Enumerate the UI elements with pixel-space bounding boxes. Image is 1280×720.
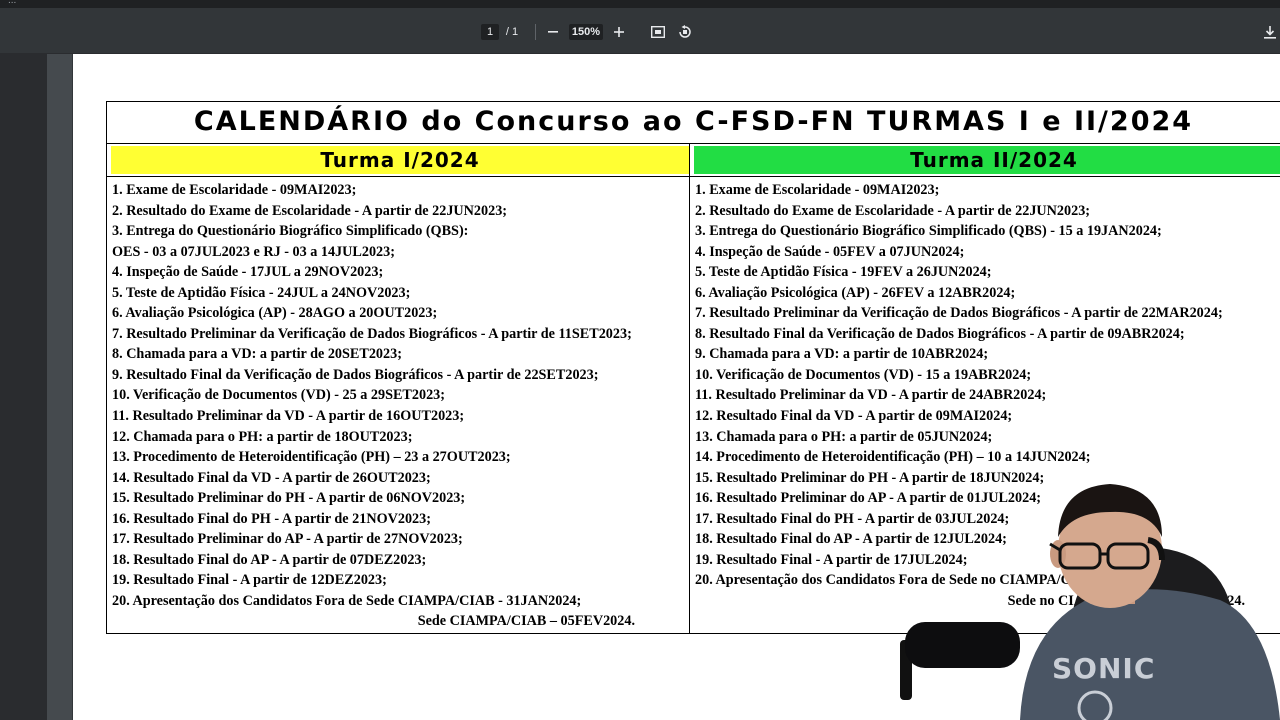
list-item: 20. Apresentação dos Candidatos Fora de … — [112, 592, 582, 609]
list-item: 10. Verificação de Documentos (VD) - 15 … — [695, 366, 1032, 383]
page-count: / 1 — [505, 26, 519, 38]
download-icon — [1264, 25, 1276, 39]
table-rule — [107, 176, 1280, 177]
list-item: 9. Chamada para a VD: a partir de 10ABR2… — [695, 346, 989, 363]
list-item: 16. Resultado Final do PH - A partir de … — [112, 510, 431, 527]
list-item: 14. Procedimento de Heteroidentificação … — [695, 449, 1091, 466]
calendar-title: CALENDÁRIO do Concurso ao C-FSD-FN TURMA… — [107, 102, 1280, 144]
list-item: 12. Resultado Final da VD - A partir de … — [695, 408, 1013, 425]
pdf-toolbar: 1 / 1 150% — [0, 8, 1280, 54]
download-button[interactable] — [1260, 22, 1280, 42]
list-item: 3. Entrega do Questionário Biográfico Si… — [112, 223, 469, 240]
address-bar-text[interactable]: ... — [8, 0, 16, 6]
thumbnail-sidebar[interactable] — [0, 54, 47, 720]
list-item: 14. Resultado Final da VD - A partir de … — [112, 469, 431, 486]
list-item: 6. Avaliação Psicológica (AP) - 28AGO a … — [112, 305, 438, 322]
list-item: Sede CIAMPA/CIAB – 05FEV2024. — [417, 613, 635, 630]
webcam-overlay: SONIC — [900, 484, 1280, 720]
viewer-background — [47, 54, 72, 720]
list-item: 5. Teste de Aptidão Física - 19FEV a 26J… — [695, 264, 992, 281]
list-item: 1. Exame de Escolaridade - 09MAI2023; — [695, 182, 940, 198]
list-item: 12. Chamada para o PH: a partir de 18OUT… — [112, 428, 413, 445]
list-item: 4. Inspeção de Saúde - 17JUL a 29NOV2023… — [112, 264, 384, 281]
turma-2-header: Turma II/2024 — [694, 146, 1280, 174]
list-item: 19. Resultado Final - A partir de 12DEZ2… — [112, 572, 387, 589]
list-item: 5. Teste de Aptidão Física - 24JUL a 24N… — [112, 284, 411, 301]
turma-1-header: Turma I/2024 — [111, 146, 689, 174]
list-item: 10. Verificação de Documentos (VD) - 25 … — [112, 387, 445, 404]
browser-address-strip: ... — [0, 0, 1280, 8]
list-item: 2. Resultado do Exame de Escolaridade - … — [695, 202, 1091, 219]
list-item: 7. Resultado Preliminar da Verificação d… — [112, 325, 632, 342]
page-number-input[interactable]: 1 — [481, 24, 499, 40]
rotate-icon — [679, 25, 691, 38]
list-item: OES - 03 a 07JUL2023 e RJ - 03 a 14JUL20… — [112, 243, 395, 260]
list-item: 6. Avaliação Psicológica (AP) - 26FEV a … — [695, 284, 1016, 301]
list-item: 2. Resultado do Exame de Escolaridade - … — [112, 202, 508, 219]
list-item: 8. Chamada para a VD: a partir de 20SET2… — [112, 346, 402, 363]
column-divider — [689, 144, 690, 634]
zoom-out-button[interactable] — [543, 22, 563, 42]
list-item: 4. Inspeção de Saúde - 05FEV a 07JUN2024… — [695, 243, 965, 260]
rotate-button[interactable] — [675, 22, 695, 42]
plus-icon — [614, 27, 624, 37]
list-item: 11. Resultado Preliminar da VD - A parti… — [112, 408, 465, 425]
list-item: 9. Resultado Final da Verificação de Dad… — [112, 366, 599, 383]
fit-page-button[interactable] — [648, 22, 668, 42]
turma-1-schedule: 1. Exame de Escolaridade - 09MAI2023; 2.… — [112, 180, 687, 632]
zoom-in-button[interactable] — [609, 22, 629, 42]
list-item: 8. Resultado Final da Verificação de Dad… — [695, 325, 1185, 342]
list-item: 13. Chamada para o PH: a partir de 05JUN… — [695, 428, 993, 445]
shirt-print: SONIC — [1052, 652, 1155, 685]
fit-page-icon — [651, 26, 665, 38]
toolbar-divider — [535, 24, 536, 40]
list-item: 3. Entrega do Questionário Biográfico Si… — [695, 223, 1162, 240]
list-item: 7. Resultado Preliminar da Verificação d… — [695, 305, 1223, 322]
list-item: 18. Resultado Final do AP - A partir de … — [112, 551, 427, 568]
list-item: 13. Procedimento de Heteroidentificação … — [112, 449, 511, 466]
list-item: 17. Resultado Preliminar do AP - A parti… — [112, 531, 463, 548]
minus-icon — [548, 31, 558, 33]
list-item: 11. Resultado Preliminar da VD - A parti… — [695, 387, 1047, 404]
zoom-level-input[interactable]: 150% — [569, 24, 603, 40]
list-item: 15. Resultado Preliminar do PH - A parti… — [112, 490, 466, 507]
list-item: 1. Exame de Escolaridade - 09MAI2023; — [112, 182, 357, 198]
microphone — [905, 622, 1020, 668]
